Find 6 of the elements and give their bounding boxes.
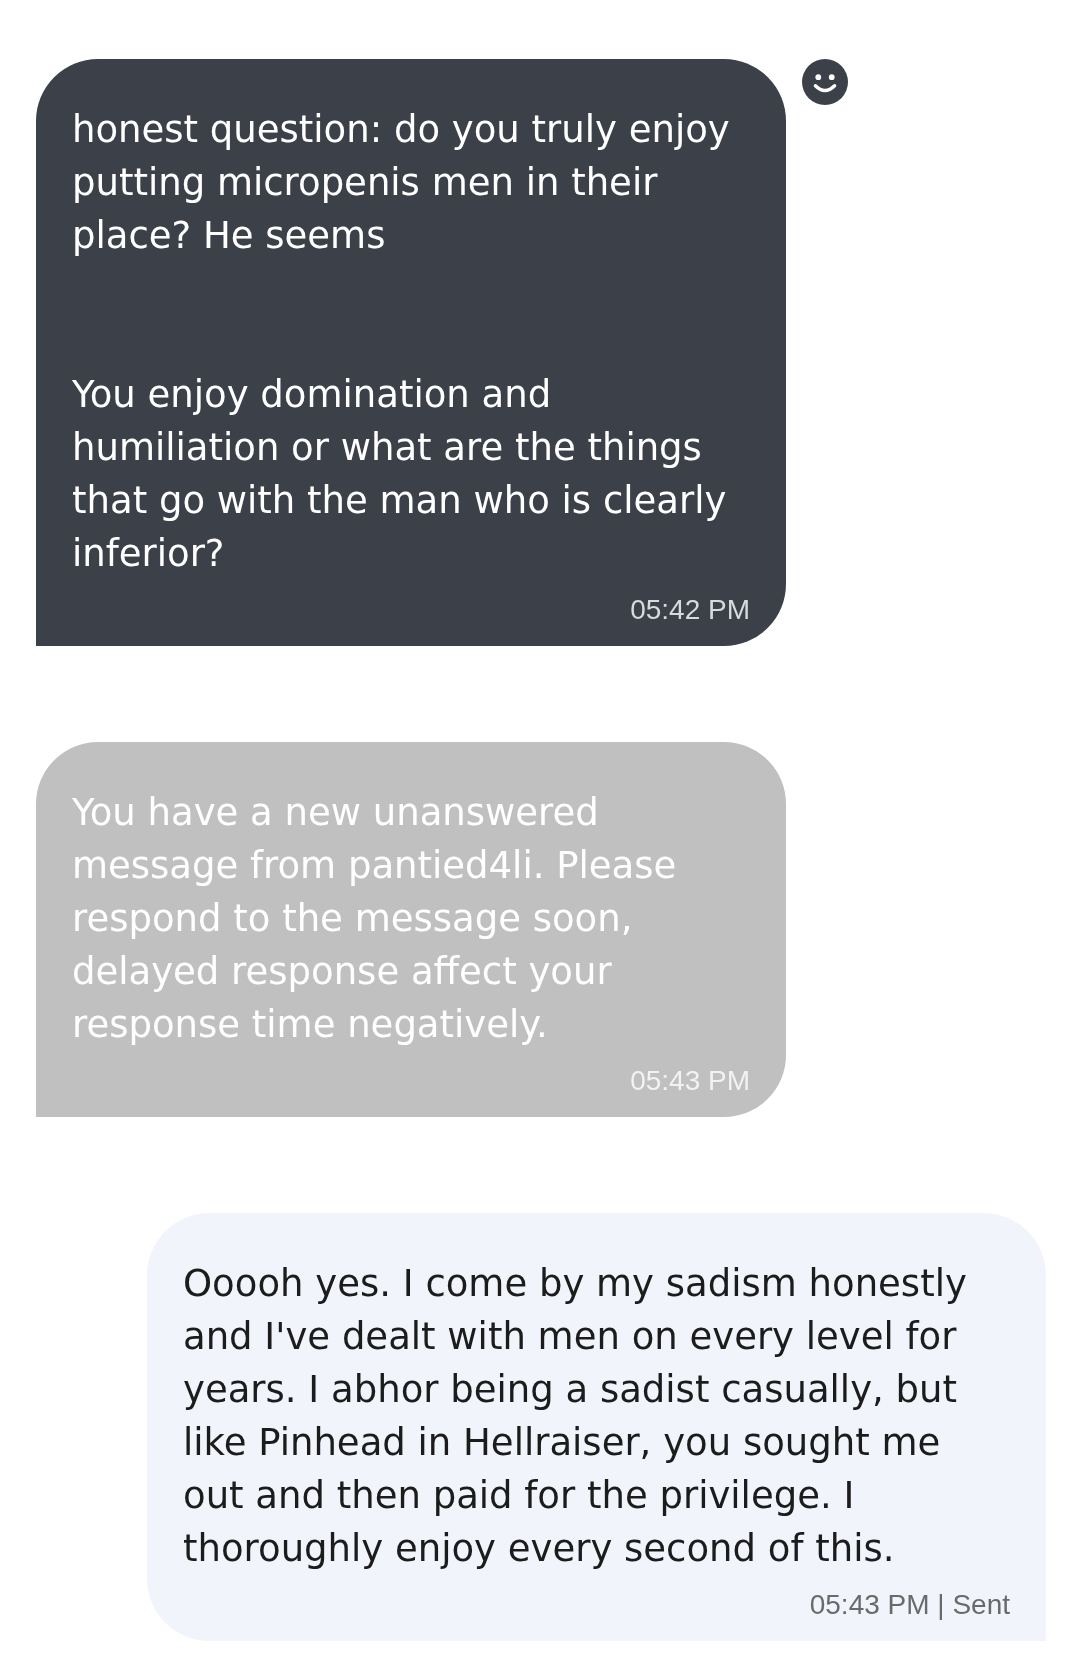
message-time: 05:42 PM [630,594,750,626]
message-text: You have a new unanswered message from pantied4li. Please respond to the message soon, delayed response affect your response time negatively. [72,790,678,1048]
smiley-icon[interactable] [802,59,848,105]
message-text: honest question: do you truly enjoy putting micropenis men in their place? He seems You enjoy domination and humiliation or what are the things that go with the man who is clearly inferior? [72,107,731,577]
message-time: 05:43 PM | Sent [809,1589,1010,1621]
message-text: Ooooh yes. I come by my sadism honestly and I've dealt with men on every level for years. I abhor being a sadist casually, but like Pinhead in Hellraiser, you sought me out and then paid for the privilege. I thoroughly enjoy every second of this. [183,1261,968,1572]
